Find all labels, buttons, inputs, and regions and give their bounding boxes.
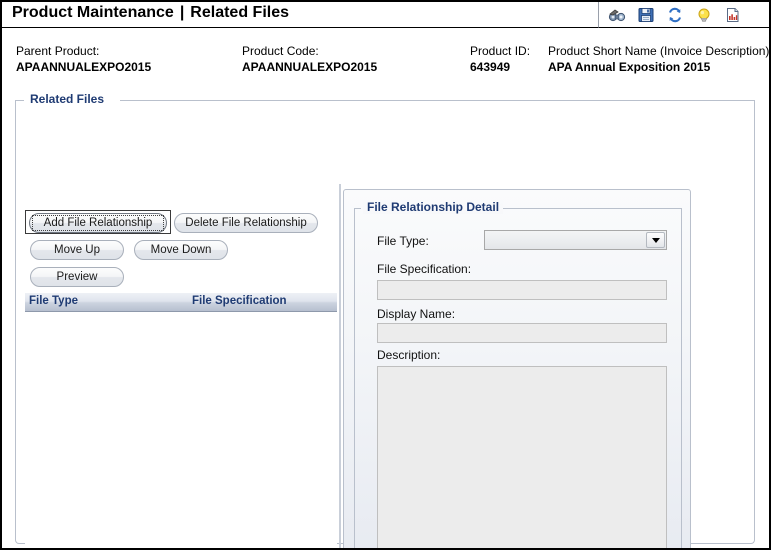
groupbox-top-line-right bbox=[120, 100, 754, 101]
report-icon[interactable] bbox=[723, 5, 743, 25]
page-title-secondary: Related Files bbox=[190, 4, 289, 21]
grid-header-row: File Type File Specification bbox=[25, 293, 337, 312]
description-label: Description: bbox=[377, 348, 441, 362]
display-name-input[interactable] bbox=[377, 323, 667, 343]
product-maintenance-window: Product Maintenance | Related Files Pare… bbox=[0, 0, 771, 550]
save-icon[interactable] bbox=[636, 5, 656, 25]
main-content: Related Files Add File Relationship Dele… bbox=[2, 88, 769, 548]
display-name-label: Display Name: bbox=[377, 307, 456, 321]
binoculars-icon[interactable] bbox=[607, 5, 627, 25]
file-relationship-detail-title: File Relationship Detail bbox=[363, 200, 504, 214]
header-field-label: Product Short Name (Invoice Description)… bbox=[548, 44, 771, 58]
lightbulb-icon[interactable] bbox=[694, 5, 714, 25]
toolbar bbox=[598, 2, 769, 28]
header-field-label: Product ID: bbox=[470, 44, 531, 58]
header-field-value: APAANNUALEXPO2015 bbox=[242, 60, 378, 74]
header-field-label: Parent Product: bbox=[16, 44, 100, 58]
file-relationship-detail-panel: File Relationship Detail File Type: File… bbox=[343, 189, 691, 548]
page-title: Product Maintenance | Related Files bbox=[12, 4, 289, 22]
header-field-parent-product: Parent Product: APAANNUALEXPO2015 bbox=[16, 44, 151, 76]
related-files-group-title: Related Files bbox=[26, 92, 109, 106]
refresh-icon[interactable] bbox=[665, 5, 685, 25]
description-textarea[interactable] bbox=[377, 366, 667, 548]
grid-column-header-file-specification[interactable]: File Specification bbox=[192, 295, 287, 307]
groupbox-top-line-left bbox=[16, 100, 24, 101]
file-specification-label: File Specification: bbox=[377, 262, 472, 276]
move-up-button[interactable]: Move Up bbox=[30, 240, 124, 260]
header-field-product-id: Product ID: 643949 bbox=[470, 44, 530, 76]
detail-group-top-line-left bbox=[355, 208, 361, 209]
related-files-grid[interactable]: File Type File Specification bbox=[25, 293, 337, 548]
header-field-product-code: Product Code: APAANNUALEXPO2015 bbox=[242, 44, 377, 76]
header-field-value: APA Annual Exposition 2015 bbox=[548, 60, 711, 74]
header-field-value: APAANNUALEXPO2015 bbox=[16, 60, 152, 74]
grid-body[interactable] bbox=[25, 312, 337, 548]
delete-file-relationship-button[interactable]: Delete File Relationship bbox=[174, 213, 318, 233]
page-title-separator: | bbox=[179, 4, 185, 21]
file-specification-input[interactable] bbox=[377, 280, 667, 300]
move-down-button[interactable]: Move Down bbox=[134, 240, 228, 260]
header-field-product-short-name: Product Short Name (Invoice Description)… bbox=[548, 44, 771, 76]
product-header-info: Parent Product: APAANNUALEXPO2015 Produc… bbox=[2, 28, 769, 88]
file-type-label: File Type: bbox=[377, 234, 429, 248]
header-field-value: 643949 bbox=[470, 60, 511, 74]
header-field-label: Product Code: bbox=[242, 44, 319, 58]
grid-column-header-file-type[interactable]: File Type bbox=[29, 295, 78, 307]
add-file-relationship-button[interactable]: Add File Relationship bbox=[29, 213, 167, 233]
chevron-down-icon[interactable] bbox=[646, 232, 665, 248]
file-type-select[interactable] bbox=[484, 230, 667, 250]
page-title-primary: Product Maintenance bbox=[12, 4, 174, 21]
detail-group-top-line-right bbox=[497, 208, 681, 209]
panel-splitter[interactable] bbox=[339, 184, 341, 548]
preview-button[interactable]: Preview bbox=[30, 267, 124, 287]
